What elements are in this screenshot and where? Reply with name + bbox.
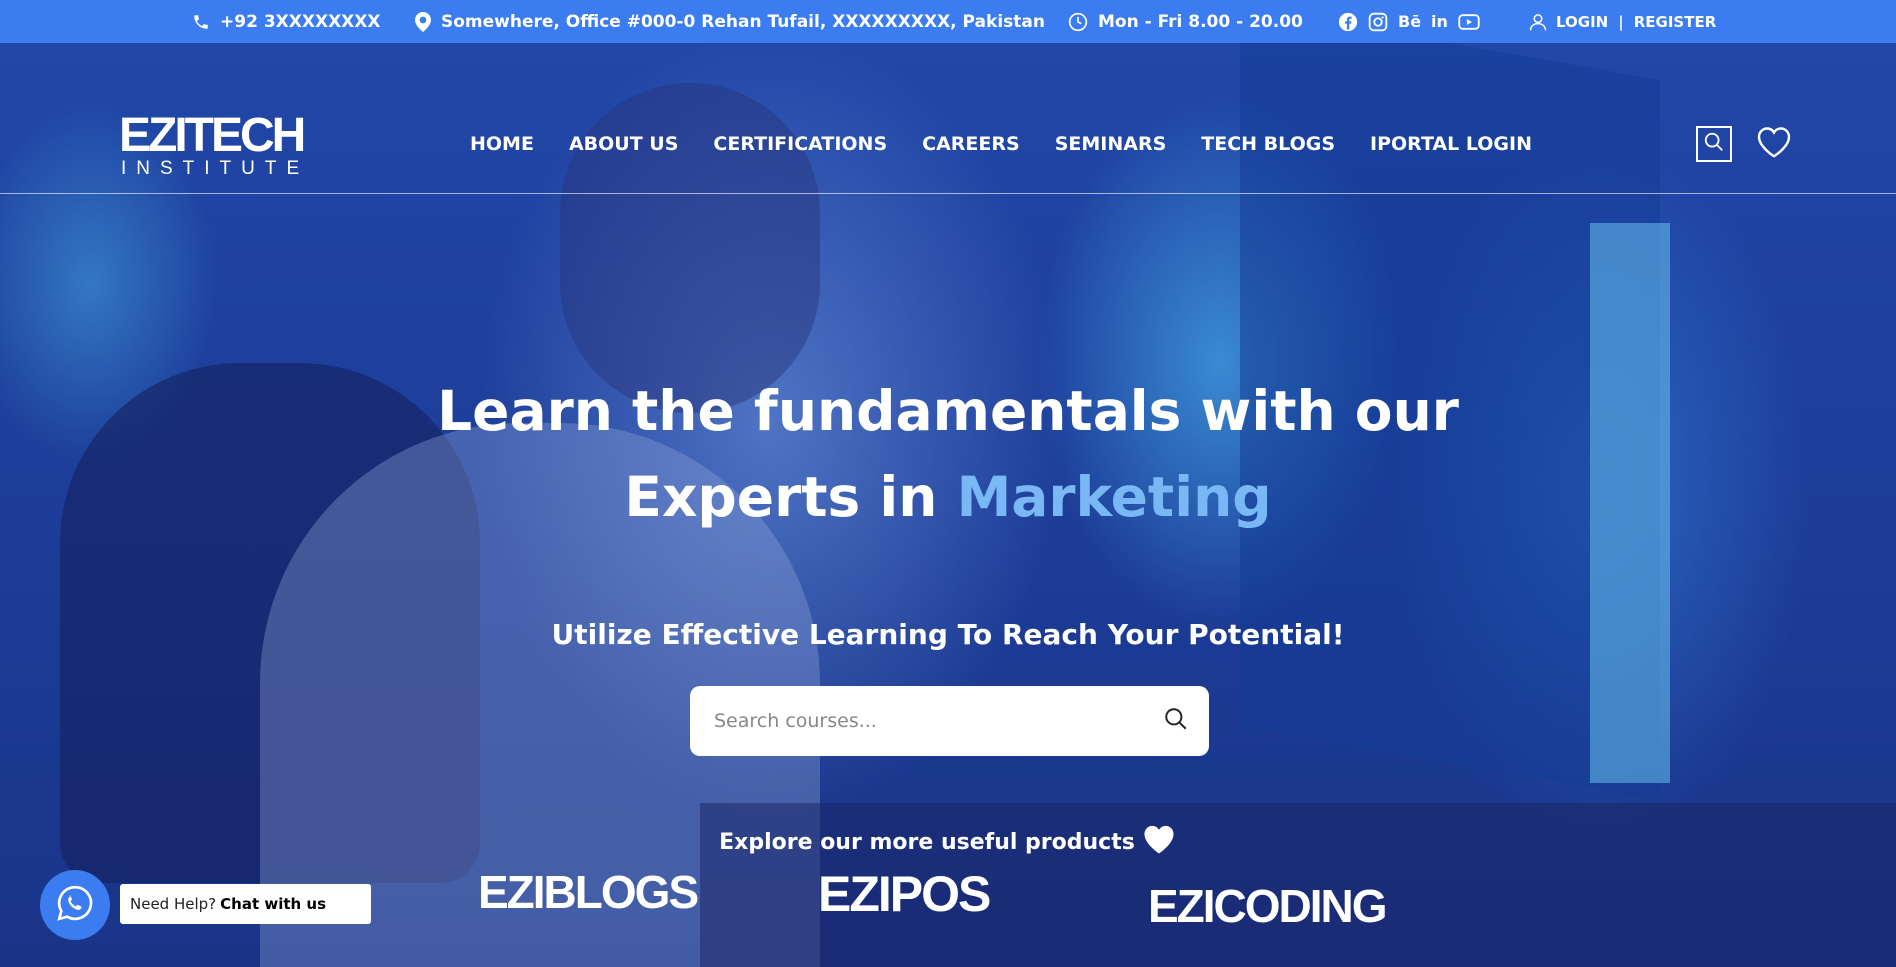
clock-icon (1068, 12, 1088, 32)
headline-line-1: Learn the fundamentals with our (437, 379, 1459, 443)
behance-icon[interactable]: Bē (1398, 12, 1421, 31)
instagram-icon[interactable] (1368, 12, 1388, 32)
register-link[interactable]: REGISTER (1634, 13, 1717, 31)
headline-text: Experts in (624, 465, 938, 529)
header-search-button[interactable] (1696, 126, 1732, 162)
address-info: Somewhere, Office #000-0 Rehan Tufail, X… (415, 0, 1045, 43)
need-help-text: Need Help? (130, 895, 217, 913)
phone-info[interactable]: +92 3XXXXXXXX (192, 0, 381, 43)
headline-line-2: Experts in Marketing (0, 454, 1896, 540)
phone-number: +92 3XXXXXXXX (220, 11, 381, 32)
site-logo[interactable]: EZITECH INSTITUTE (119, 109, 310, 179)
user-icon (1528, 12, 1548, 32)
login-link[interactable]: LOGIN (1556, 13, 1608, 31)
nav-iportal-login[interactable]: IPORTAL LOGIN (1370, 133, 1532, 155)
nav-careers[interactable]: CAREERS (922, 133, 1020, 155)
course-search-bar (690, 686, 1209, 756)
chat-prompt[interactable]: Need Help? Chat with us (120, 884, 371, 924)
nav-home[interactable]: HOME (470, 133, 534, 155)
hours-text: Mon - Fri 8.00 - 20.00 (1098, 11, 1303, 32)
main-nav: HOME ABOUT US CERTIFICATIONS CAREERS SEM… (470, 133, 1532, 155)
logo-main-text: EZITECH (119, 109, 306, 162)
headline-accent-word: Marketing (956, 465, 1272, 529)
wishlist-heart-icon[interactable] (1756, 125, 1792, 163)
hero-headline: Learn the fundamentals with our Experts … (0, 368, 1896, 540)
explore-text: Explore our more useful products (719, 829, 1135, 855)
separator: | (1618, 12, 1624, 31)
youtube-icon[interactable] (1458, 13, 1480, 31)
course-search-input[interactable] (714, 710, 1163, 732)
search-icon (1703, 131, 1725, 157)
linkedin-icon[interactable]: in (1431, 12, 1448, 31)
product-eziblogs-logo[interactable]: EZIBLOGS (478, 865, 699, 919)
nav-seminars[interactable]: SEMINARS (1055, 133, 1167, 155)
account-links: LOGIN | REGISTER (1528, 0, 1716, 43)
explore-products: Explore our more useful products (0, 823, 1896, 861)
chat-with-us-text: Chat with us (220, 895, 327, 913)
hero-tagline: Utilize Effective Learning To Reach Your… (551, 618, 1345, 651)
social-links: Bē in (1338, 0, 1480, 43)
whatsapp-icon (55, 883, 95, 927)
top-info-bar: +92 3XXXXXXXX Somewhere, Office #000-0 R… (0, 0, 1896, 43)
hero-section: EZITECH INSTITUTE HOME ABOUT US CERTIFIC… (0, 43, 1896, 967)
hours-info: Mon - Fri 8.00 - 20.00 (1068, 0, 1303, 43)
header-divider (0, 193, 1896, 194)
facebook-icon[interactable] (1338, 12, 1358, 32)
phone-icon (192, 13, 210, 31)
logo-sub-text: INSTITUTE (121, 158, 310, 179)
product-ezipos-logo[interactable]: EZIPOS (818, 865, 991, 923)
nav-tech-blogs[interactable]: TECH BLOGS (1201, 133, 1335, 155)
location-pin-icon (415, 11, 431, 32)
heart-icon (1141, 823, 1177, 861)
header-actions (1696, 125, 1792, 163)
product-ezicoding-logo[interactable]: EZICODING (1148, 879, 1388, 933)
search-submit-icon[interactable] (1163, 706, 1189, 736)
nav-about-us[interactable]: ABOUT US (569, 133, 678, 155)
address-text: Somewhere, Office #000-0 Rehan Tufail, X… (441, 11, 1045, 32)
nav-certifications[interactable]: CERTIFICATIONS (713, 133, 887, 155)
whatsapp-chat-button[interactable] (40, 870, 110, 940)
